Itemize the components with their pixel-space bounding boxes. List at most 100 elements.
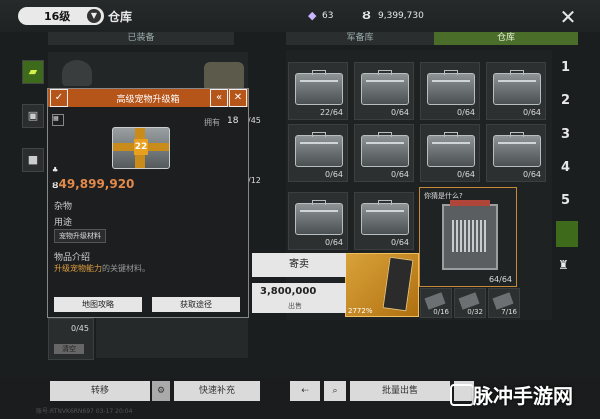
close-icon[interactable]: ✕ xyxy=(557,6,579,28)
coin-icon: Ȣ xyxy=(362,9,371,22)
coin-icon: ♣ xyxy=(52,166,59,174)
case-icon xyxy=(427,132,475,167)
gold-item-card[interactable]: 2772% xyxy=(345,253,419,317)
page-number[interactable]: 2 xyxy=(561,93,570,108)
watermark-logo-icon xyxy=(450,384,474,406)
helmet-icon[interactable] xyxy=(62,60,92,86)
page-number[interactable]: 1 xyxy=(561,60,570,75)
slot-count: 0/64 xyxy=(325,170,343,179)
equip-count: /45 xyxy=(248,116,261,125)
level-badge[interactable]: 16级 ▼ xyxy=(18,7,104,25)
get-source-button[interactable]: 获取途径 xyxy=(152,297,240,312)
weapon-icon[interactable]: ▰ xyxy=(22,60,44,84)
usage-label: 用途 xyxy=(54,218,73,228)
item-category: 杂物 xyxy=(54,202,73,212)
item-price: Ȣ49,899,920 xyxy=(52,177,134,191)
case-icon xyxy=(361,200,409,235)
item-detail-popup: ✓ 高级宠物升级箱 « ✕ ▦ 拥有 18 22 ♣ Ȣ49,899,920 杂… xyxy=(47,88,249,318)
quick-restock-button[interactable]: 快速补充 xyxy=(174,381,260,401)
owned-label: 拥有 xyxy=(204,118,220,127)
batch-sell-button[interactable]: 批量出售 xyxy=(350,381,450,401)
gem-count: 63 xyxy=(322,11,334,21)
level-text: 16级 xyxy=(44,10,71,23)
small-slot[interactable]: 0/16 xyxy=(420,288,452,318)
slot-count: 0/64 xyxy=(523,108,541,117)
small-slot[interactable]: 7/16 xyxy=(488,288,520,318)
gold-percent: 2772% xyxy=(348,307,373,315)
desc-highlight: 升级宠物能力 xyxy=(54,264,102,273)
warehouse-slot[interactable]: 22/64 xyxy=(288,62,348,120)
watermark: 脉冲手游网 xyxy=(473,384,573,408)
case-icon xyxy=(427,70,475,105)
backpack-icon[interactable]: ▣ xyxy=(22,104,44,128)
case-icon xyxy=(361,70,409,105)
small-slot[interactable]: 0/32 xyxy=(454,288,486,318)
double-left-icon[interactable]: « xyxy=(210,89,228,107)
warehouse-slot[interactable]: 0/64 xyxy=(288,124,348,182)
warehouse-slot[interactable]: 0/64 xyxy=(354,192,414,250)
slot-count: 0/64 xyxy=(325,238,343,247)
back-arrow-icon[interactable]: ⇠ xyxy=(290,381,320,401)
page-number[interactable]: 5 xyxy=(561,193,570,208)
gpu-icon xyxy=(382,256,414,312)
gift-icon[interactable]: ♜ xyxy=(558,258,576,276)
warehouse-slot[interactable]: 0/64 xyxy=(420,124,480,182)
case-icon xyxy=(295,70,343,105)
item-price-value: 49,899,920 xyxy=(58,177,135,191)
upgrade-box-icon: 22 xyxy=(112,127,170,169)
map-guide-button[interactable]: 地图攻略 xyxy=(54,297,142,312)
case-icon xyxy=(493,132,541,167)
equip-count: /12 xyxy=(248,176,261,185)
small-slot-count: 0/32 xyxy=(467,308,483,316)
crate-top xyxy=(450,200,490,206)
warehouse-slot[interactable]: 0/64 xyxy=(420,62,480,120)
warehouse-slot[interactable]: 0/64 xyxy=(288,192,348,250)
box-number: 22 xyxy=(134,139,148,155)
warehouse-slot[interactable]: 0/64 xyxy=(354,62,414,120)
search-icon[interactable]: ⌕ xyxy=(324,381,346,401)
tab-equipped[interactable]: 已装备 xyxy=(48,32,234,45)
page-number[interactable]: 3 xyxy=(561,127,570,142)
gem-icon: ◆ xyxy=(308,9,317,22)
slot-count: 0/64 xyxy=(391,108,409,117)
slot-count: 0/64 xyxy=(457,108,475,117)
tab-warehouse[interactable]: 仓库 xyxy=(434,32,578,45)
mystery-item-card[interactable]: 你猜是什么? 64/64 xyxy=(419,187,517,287)
usage-tag: 宠物升级材料 xyxy=(54,229,106,243)
popup-close-icon[interactable]: ✕ xyxy=(229,89,247,107)
warehouse-slot[interactable]: 0/64 xyxy=(354,124,414,182)
sell-label: 出售 xyxy=(288,302,302,310)
warehouse-tab-icon[interactable] xyxy=(556,221,578,247)
lock-icon[interactable]: ■ xyxy=(22,148,44,172)
crate-grille xyxy=(452,220,488,252)
warehouse-slot[interactable]: 0/64 xyxy=(486,124,546,182)
owned-value: 18 xyxy=(227,116,239,126)
footnote: 账号:RTNVK6RN697 03-17 20:04 xyxy=(36,408,133,415)
settings-icon[interactable]: ⚙ xyxy=(152,381,170,401)
intro-label: 物品介绍 xyxy=(54,253,91,263)
warehouse-slot[interactable]: 0/64 xyxy=(486,62,546,120)
page-number[interactable]: 4 xyxy=(561,160,570,175)
tab-armory[interactable]: 军备库 xyxy=(286,32,434,45)
coin-count: 9,399,730 xyxy=(378,11,424,21)
equip-empty-slots xyxy=(96,318,248,358)
consign-button[interactable]: 寄卖 xyxy=(252,253,346,277)
item-description: 升级宠物能力的关键材料。 xyxy=(54,263,150,274)
small-slot-count: 7/16 xyxy=(501,308,517,316)
collapse-icon[interactable]: ✓ xyxy=(50,89,68,107)
clear-button[interactable]: 清空 xyxy=(54,344,84,354)
slot-count: 0/64 xyxy=(523,170,541,179)
transfer-button[interactable]: 转移 xyxy=(50,381,150,401)
sell-button[interactable]: 3,800,000 出售 xyxy=(252,283,346,313)
slot-count: 0/64 xyxy=(457,170,475,179)
level-down-icon: ▼ xyxy=(87,9,101,23)
popup-title: 高级宠物升级箱 xyxy=(116,95,180,105)
case-icon xyxy=(361,132,409,167)
grid-icon: ▦ xyxy=(52,114,64,126)
small-slot-count: 0/16 xyxy=(433,308,449,316)
slot-count: 0/64 xyxy=(391,238,409,247)
slot-count: 22/64 xyxy=(319,108,343,117)
equip-slot-count: 0/45 xyxy=(71,324,89,333)
crate-icon xyxy=(442,200,498,270)
case-icon xyxy=(295,200,343,235)
